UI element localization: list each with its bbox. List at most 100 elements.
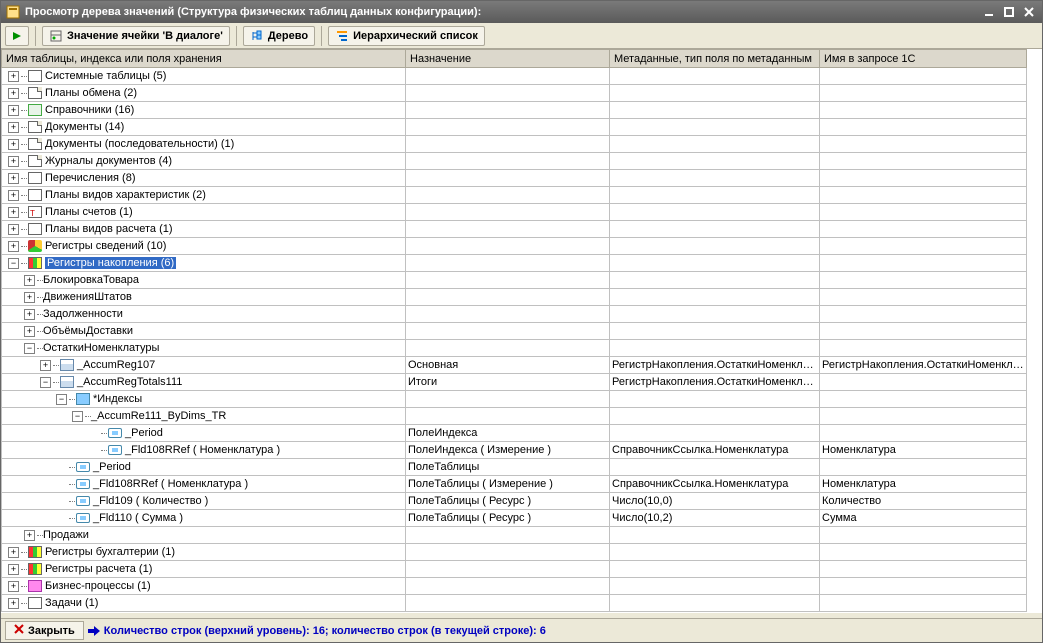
tree-row[interactable]: _PeriodПолеТаблицы: [2, 459, 1027, 476]
col-header-name[interactable]: Имя таблицы, индекса или поля хранения: [2, 50, 406, 68]
node-label: Регистры бухгалтерии (1): [45, 546, 175, 558]
tree-row[interactable]: _Fld108RRef ( Номенклатура )ПолеТаблицы …: [2, 476, 1027, 493]
expand-toggle[interactable]: +: [8, 241, 19, 252]
tree-row[interactable]: +Документы (14): [2, 119, 1027, 136]
cell-c2: [610, 204, 820, 221]
node-label: ДвиженияШтатов: [43, 291, 132, 303]
tree-grid-scroll[interactable]: Имя таблицы, индекса или поля хранения Н…: [1, 49, 1042, 612]
col-header-purpose[interactable]: Назначение: [406, 50, 610, 68]
expand-toggle[interactable]: +: [24, 326, 35, 337]
col-header-query-name[interactable]: Имя в запросе 1С: [820, 50, 1027, 68]
node-label: Задачи (1): [45, 597, 98, 609]
expand-toggle[interactable]: +: [8, 71, 19, 82]
tree-row[interactable]: +Системные таблицы (5): [2, 68, 1027, 85]
expand-toggle[interactable]: −: [24, 343, 35, 354]
hierarchical-list-button[interactable]: Иерархический список: [328, 26, 485, 46]
tree-row[interactable]: +Журналы документов (4): [2, 153, 1027, 170]
cell-c3: [820, 595, 1027, 612]
tree-row[interactable]: +Регистры сведений (10): [2, 238, 1027, 255]
node-label: Бизнес-процессы (1): [45, 580, 151, 592]
tree-row[interactable]: −ОстаткиНоменклатуры: [2, 340, 1027, 357]
cell-c2: [610, 408, 820, 425]
tree-row[interactable]: −_AccumRe111_ByDims_TR: [2, 408, 1027, 425]
tree-row[interactable]: _Fld110 ( Сумма )ПолеТаблицы ( Ресурс )Ч…: [2, 510, 1027, 527]
tree-button[interactable]: Дерево: [243, 26, 315, 46]
yg-icon: [27, 239, 43, 253]
tree-row[interactable]: _Fld109 ( Количество )ПолеТаблицы ( Ресу…: [2, 493, 1027, 510]
expand-toggle[interactable]: −: [8, 258, 19, 269]
tree-row[interactable]: +Планы счетов (1): [2, 204, 1027, 221]
tree-row[interactable]: +Планы видов характеристик (2): [2, 187, 1027, 204]
close-button[interactable]: [1020, 4, 1038, 20]
tree-row[interactable]: + ДвиженияШтатов: [2, 289, 1027, 306]
cell-value-label: Значение ячейки 'В диалоге': [67, 30, 223, 42]
expand-toggle[interactable]: −: [72, 411, 83, 422]
expand-toggle[interactable]: +: [8, 156, 19, 167]
cell-c3: [820, 340, 1027, 357]
cell-c2: [610, 527, 820, 544]
expand-toggle[interactable]: +: [8, 547, 19, 558]
expand-toggle[interactable]: +: [24, 275, 35, 286]
expand-toggle[interactable]: +: [8, 598, 19, 609]
enum-icon: [27, 222, 43, 236]
expand-toggle[interactable]: +: [8, 173, 19, 184]
tree-row[interactable]: −_AccumRegTotals111ИтогиРегистрНакоплени…: [2, 374, 1027, 391]
expand-toggle[interactable]: +: [8, 207, 19, 218]
expand-toggle[interactable]: +: [40, 360, 51, 371]
doc-icon: [27, 86, 43, 100]
tree-row[interactable]: +Планы видов расчета (1): [2, 221, 1027, 238]
tree-row[interactable]: +БлокировкаТовара: [2, 272, 1027, 289]
expand-toggle[interactable]: +: [8, 581, 19, 592]
cell-c2: [610, 578, 820, 595]
tree-row[interactable]: + Бизнес-процессы (1): [2, 578, 1027, 595]
tree-row[interactable]: +ОбъёмыДоставки: [2, 323, 1027, 340]
run-button[interactable]: [5, 26, 29, 46]
tree-row[interactable]: + Задачи (1): [2, 595, 1027, 612]
cell-c2: [610, 170, 820, 187]
cell-c1: [406, 136, 610, 153]
cell-c1: Основная: [406, 357, 610, 374]
tree-row[interactable]: +_AccumReg107ОсновнаяРегистрНакопления.О…: [2, 357, 1027, 374]
cell-c1: ПолеТаблицы ( Ресурс ): [406, 510, 610, 527]
tree-row[interactable]: −Регистры накопления (6): [2, 255, 1027, 272]
box-icon: [27, 69, 43, 83]
cell-c1: [406, 527, 610, 544]
expand-toggle[interactable]: −: [40, 377, 51, 388]
tree-row[interactable]: +Справочники (16): [2, 102, 1027, 119]
tree-row[interactable]: _Fld108RRef ( Номенклатура )ПолеИндекса …: [2, 442, 1027, 459]
cell-value-button[interactable]: Значение ячейки 'В диалоге': [42, 26, 230, 46]
cell-c1: [406, 85, 610, 102]
tree-row[interactable]: + Регистры бухгалтерии (1): [2, 544, 1027, 561]
cell-c1: [406, 221, 610, 238]
expand-toggle[interactable]: +: [24, 530, 35, 541]
expand-toggle[interactable]: +: [8, 122, 19, 133]
cell-c2: [610, 272, 820, 289]
arrow-right-icon: [88, 626, 100, 636]
tree-row[interactable]: +Планы обмена (2): [2, 85, 1027, 102]
cell-c3: Номенклатура: [820, 476, 1027, 493]
close-window-button[interactable]: Закрыть: [5, 621, 84, 640]
expand-toggle[interactable]: +: [8, 190, 19, 201]
col-header-metadata[interactable]: Метаданные, тип поля по метаданным: [610, 50, 820, 68]
cell-c1: [406, 391, 610, 408]
expand-toggle[interactable]: +: [8, 139, 19, 150]
maximize-button[interactable]: [1000, 4, 1018, 20]
tree-row[interactable]: +Задолженности: [2, 306, 1027, 323]
cell-c3: [820, 255, 1027, 272]
tree-row[interactable]: _PeriodПолеИндекса: [2, 425, 1027, 442]
expand-toggle[interactable]: +: [8, 224, 19, 235]
tree-row[interactable]: +Документы (последовательности) (1): [2, 136, 1027, 153]
minimize-button[interactable]: [980, 4, 998, 20]
tree-row[interactable]: −*Индексы: [2, 391, 1027, 408]
tree-row[interactable]: +Продажи: [2, 527, 1027, 544]
expand-toggle[interactable]: +: [24, 309, 35, 320]
expand-toggle[interactable]: +: [8, 88, 19, 99]
expand-toggle[interactable]: +: [8, 564, 19, 575]
cell-c2: [610, 136, 820, 153]
expand-toggle[interactable]: −: [56, 394, 67, 405]
tree-row[interactable]: +Регистры расчета (1): [2, 561, 1027, 578]
titlebar: Просмотр дерева значений (Структура физи…: [1, 1, 1042, 23]
expand-toggle[interactable]: +: [24, 292, 35, 303]
tree-row[interactable]: +Перечисления (8): [2, 170, 1027, 187]
expand-toggle[interactable]: +: [8, 105, 19, 116]
